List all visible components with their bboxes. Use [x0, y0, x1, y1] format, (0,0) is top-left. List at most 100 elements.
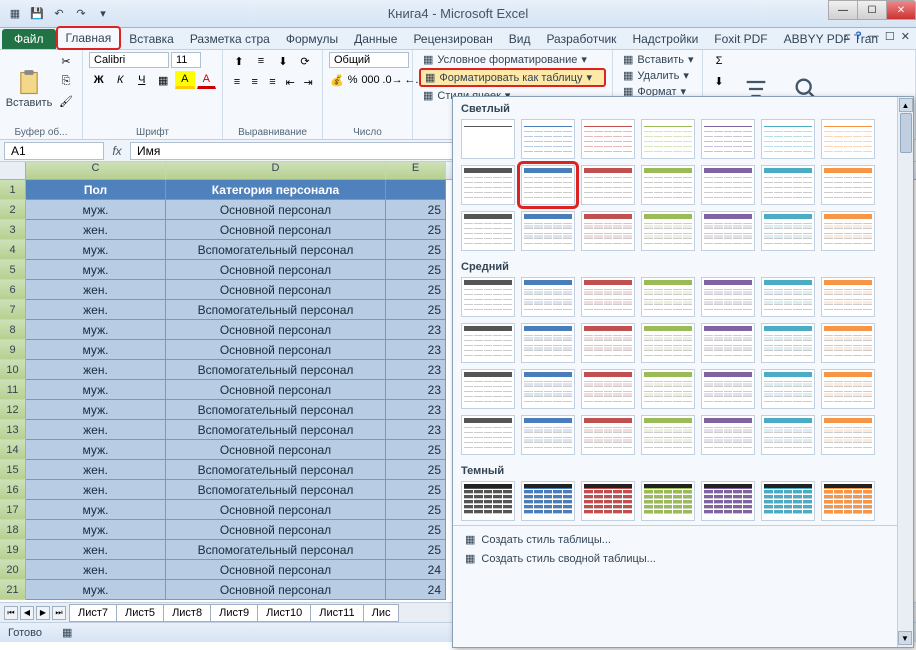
table-style-swatch[interactable] — [461, 481, 515, 521]
table-style-swatch[interactable] — [581, 415, 635, 455]
table-style-swatch[interactable] — [761, 369, 815, 409]
fill-icon[interactable]: ⬇ — [709, 72, 729, 90]
tab-data[interactable]: Данные — [346, 29, 405, 49]
cell[interactable]: 25 — [386, 240, 446, 260]
cell[interactable]: муж. — [26, 500, 166, 520]
cell[interactable]: муж. — [26, 400, 166, 420]
cell[interactable]: 25 — [386, 260, 446, 280]
format-painter-icon[interactable]: 🖌 — [56, 92, 76, 110]
align-top-icon[interactable]: ⬆ — [229, 52, 249, 70]
cell[interactable]: 25 — [386, 200, 446, 220]
tab-foxit[interactable]: Foxit PDF — [706, 29, 775, 49]
table-style-swatch[interactable] — [521, 211, 575, 251]
tab-insert[interactable]: Вставка — [121, 29, 182, 49]
font-color-icon[interactable]: A — [197, 71, 217, 89]
cell[interactable]: 25 — [386, 520, 446, 540]
cell[interactable]: 23 — [386, 360, 446, 380]
cell[interactable]: жен. — [26, 540, 166, 560]
cell[interactable]: Основной персонал — [166, 440, 386, 460]
italic-button[interactable]: К — [111, 71, 131, 89]
cell[interactable]: 25 — [386, 500, 446, 520]
cell[interactable]: муж. — [26, 440, 166, 460]
table-style-swatch[interactable] — [821, 481, 875, 521]
cell[interactable]: муж. — [26, 320, 166, 340]
cell[interactable] — [386, 180, 446, 200]
sheet-tab[interactable]: Лист7 — [69, 604, 117, 622]
cell[interactable]: муж. — [26, 520, 166, 540]
cell[interactable]: 25 — [386, 280, 446, 300]
cell[interactable]: 25 — [386, 300, 446, 320]
cell[interactable]: 23 — [386, 420, 446, 440]
indent-increase-icon[interactable]: ⇥ — [300, 73, 316, 91]
tab-home[interactable]: Главная — [56, 26, 122, 50]
tab-developer[interactable]: Разработчик — [538, 29, 624, 49]
help-icon[interactable]: ? — [855, 30, 862, 43]
table-style-swatch[interactable] — [521, 481, 575, 521]
table-style-swatch[interactable] — [761, 119, 815, 159]
row-header[interactable]: 15 — [0, 460, 26, 480]
currency-icon[interactable]: 💰 — [329, 71, 345, 89]
table-style-swatch[interactable] — [521, 415, 575, 455]
font-size-select[interactable] — [171, 52, 201, 68]
table-style-swatch[interactable] — [521, 323, 575, 363]
cell[interactable]: 25 — [386, 460, 446, 480]
cell[interactable]: жен. — [26, 460, 166, 480]
cell[interactable]: Вспомогательный персонал — [166, 460, 386, 480]
table-style-swatch[interactable] — [701, 119, 755, 159]
table-style-swatch[interactable] — [761, 277, 815, 317]
table-style-swatch[interactable] — [461, 277, 515, 317]
qat-dropdown-icon[interactable]: ▾ — [94, 5, 112, 23]
cell[interactable]: Основной персонал — [166, 560, 386, 580]
row-header[interactable]: 20 — [0, 560, 26, 580]
scroll-down-icon[interactable]: ▼ — [898, 631, 912, 645]
table-style-swatch[interactable] — [821, 323, 875, 363]
row-header[interactable]: 13 — [0, 420, 26, 440]
insert-cells-button[interactable]: ▦Вставить▾ — [619, 52, 696, 67]
row-header[interactable]: 8 — [0, 320, 26, 340]
increase-decimal-icon[interactable]: .0→ — [382, 71, 402, 89]
cell[interactable]: жен. — [26, 280, 166, 300]
col-header-c[interactable]: C — [26, 162, 166, 179]
border-icon[interactable]: ▦ — [154, 71, 174, 89]
cell[interactable]: муж. — [26, 240, 166, 260]
table-style-swatch[interactable] — [821, 369, 875, 409]
table-style-swatch[interactable] — [641, 323, 695, 363]
redo-icon[interactable]: ↷ — [72, 5, 90, 23]
table-style-swatch[interactable] — [821, 277, 875, 317]
cell[interactable]: муж. — [26, 340, 166, 360]
table-style-swatch[interactable] — [761, 415, 815, 455]
new-table-style-button[interactable]: ▦ Создать стиль таблицы... — [461, 530, 905, 549]
row-header[interactable]: 10 — [0, 360, 26, 380]
doc-close-icon[interactable]: ✕ — [901, 30, 910, 43]
scroll-thumb[interactable] — [900, 113, 912, 153]
cell[interactable]: Вспомогательный персонал — [166, 240, 386, 260]
sheet-tab[interactable]: Лист9 — [210, 604, 258, 622]
cell[interactable]: Основной персонал — [166, 200, 386, 220]
row-header[interactable]: 11 — [0, 380, 26, 400]
cell[interactable]: 25 — [386, 480, 446, 500]
table-style-swatch[interactable] — [461, 415, 515, 455]
cell[interactable]: Пол — [26, 180, 166, 200]
fx-icon[interactable]: fx — [108, 144, 126, 158]
row-header[interactable]: 1 — [0, 180, 26, 200]
sheet-tab[interactable]: Лист10 — [257, 604, 311, 622]
underline-button[interactable]: Ч — [132, 71, 152, 89]
table-style-swatch[interactable] — [581, 277, 635, 317]
cell[interactable]: 25 — [386, 540, 446, 560]
sheet-nav-prev[interactable]: ◀ — [20, 606, 34, 620]
cell[interactable]: Основной персонал — [166, 380, 386, 400]
sheet-tab[interactable]: Лист11 — [310, 604, 363, 622]
cell[interactable]: 25 — [386, 440, 446, 460]
tab-page-layout[interactable]: Разметка стра — [182, 29, 278, 49]
cell[interactable]: Основной персонал — [166, 280, 386, 300]
cell[interactable]: 24 — [386, 580, 446, 600]
sheet-tab[interactable]: Лист5 — [116, 604, 164, 622]
comma-icon[interactable]: 000 — [360, 71, 380, 89]
cell[interactable]: 23 — [386, 340, 446, 360]
table-style-swatch[interactable] — [761, 323, 815, 363]
cell[interactable]: Вспомогательный персонал — [166, 540, 386, 560]
sheet-tab[interactable]: Лист8 — [163, 604, 211, 622]
table-style-swatch[interactable] — [581, 481, 635, 521]
table-style-swatch[interactable] — [581, 165, 635, 205]
row-header[interactable]: 21 — [0, 580, 26, 600]
